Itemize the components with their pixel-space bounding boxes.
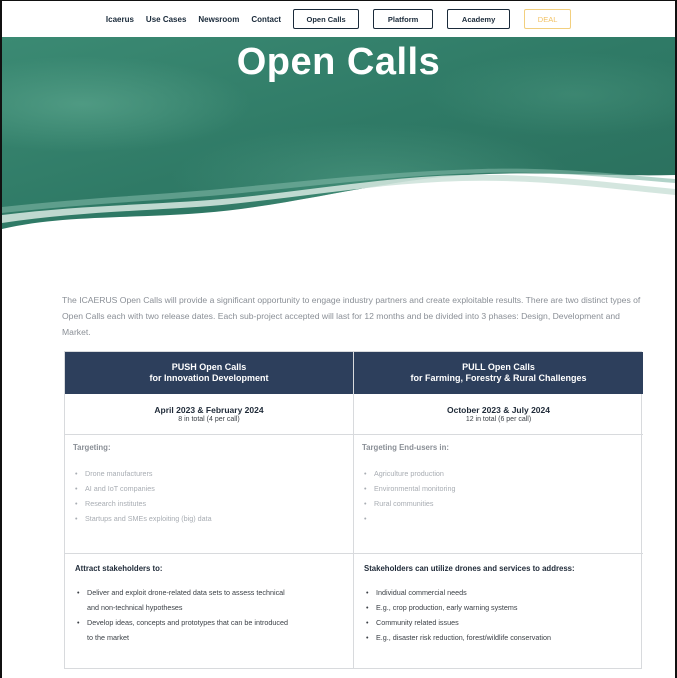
page-title: Open Calls bbox=[236, 41, 441, 83]
push-stakeholders: Attract stakeholders to: Deliver and exp… bbox=[65, 554, 353, 645]
push-heading-line1: PUSH Open Calls bbox=[171, 362, 247, 372]
nav-links: Icaerus Use Cases Newsroom Contact bbox=[106, 15, 281, 24]
nav-link-use-cases[interactable]: Use Cases bbox=[146, 15, 186, 24]
push-dates-sub: 8 in total (4 per call) bbox=[178, 415, 240, 423]
push-heading-line2: for Innovation Development bbox=[149, 373, 269, 383]
pull-stake-title: Stakeholders can utilize drones and serv… bbox=[364, 564, 575, 573]
nav-link-contact[interactable]: Contact bbox=[251, 15, 281, 24]
open-calls-table: PUSH Open Calls for Innovation Developme… bbox=[64, 351, 643, 669]
hero-banner: Open Calls bbox=[2, 37, 675, 237]
push-dates-main: April 2023 & February 2024 bbox=[154, 404, 264, 415]
list-item: Environmental monitoring bbox=[362, 481, 643, 496]
list-item: Individual commercial needs bbox=[364, 585, 643, 600]
pull-dates: October 2023 & July 2024 12 in total (6 … bbox=[354, 394, 643, 435]
list-item: Drone manufacturers bbox=[73, 466, 353, 481]
list-item: Rural communities bbox=[362, 496, 643, 511]
push-stake-title: Attract stakeholders to: bbox=[75, 564, 163, 573]
list-item: AI and IoT companies bbox=[73, 481, 353, 496]
pull-column: PULL Open Calls for Farming, Forestry & … bbox=[354, 352, 643, 668]
list-item: E.g., disaster risk reduction, forest/wi… bbox=[364, 630, 643, 645]
pull-heading-line1: PULL Open Calls bbox=[462, 362, 535, 372]
pull-targeting-list: Agriculture production Environmental mon… bbox=[362, 466, 643, 526]
pull-stakeholders: Stakeholders can utilize drones and serv… bbox=[354, 554, 643, 645]
push-targeting-title: Targeting: bbox=[73, 443, 111, 452]
pull-dates-main: October 2023 & July 2024 bbox=[446, 404, 550, 415]
list-item: E.g., crop production, early warning sys… bbox=[364, 600, 643, 615]
push-targeting: Targeting: Drone manufacturers AI and Io… bbox=[65, 435, 353, 554]
page-frame: Icaerus Use Cases Newsroom Contact Open … bbox=[0, 0, 677, 678]
top-navigation: Icaerus Use Cases Newsroom Contact Open … bbox=[2, 1, 675, 37]
open-calls-button[interactable]: Open Calls bbox=[293, 9, 360, 29]
academy-button[interactable]: Academy bbox=[447, 9, 511, 29]
list-item: Deliver and exploit drone-related data s… bbox=[75, 585, 290, 615]
list-item: Community related issues bbox=[364, 615, 643, 630]
list-item: Research institutes bbox=[73, 496, 353, 511]
pull-heading-line2: for Farming, Forestry & Rural Challenges bbox=[410, 373, 587, 383]
list-item: Startups and SMEs exploiting (big) data bbox=[73, 511, 353, 526]
platform-button[interactable]: Platform bbox=[373, 9, 434, 29]
pull-targeting-title: Targeting End-users in: bbox=[362, 443, 449, 452]
push-targeting-list: Drone manufacturers AI and IoT companies… bbox=[73, 466, 353, 526]
nav-link-icaerus[interactable]: Icaerus bbox=[106, 15, 134, 24]
intro-paragraph: The ICAERUS Open Calls will provide a si… bbox=[62, 295, 641, 337]
pull-dates-sub: 12 in total (6 per call) bbox=[465, 415, 532, 423]
push-stake-list: Deliver and exploit drone-related data s… bbox=[75, 585, 353, 645]
pull-targeting: Targeting End-users in: Agriculture prod… bbox=[354, 435, 643, 554]
push-header: PUSH Open Calls for Innovation Developme… bbox=[65, 352, 353, 394]
pull-header: PULL Open Calls for Farming, Forestry & … bbox=[354, 352, 643, 394]
deal-button[interactable]: DEAL bbox=[524, 9, 572, 29]
push-column: PUSH Open Calls for Innovation Developme… bbox=[65, 352, 354, 668]
nav-link-newsroom[interactable]: Newsroom bbox=[198, 15, 239, 24]
pull-stake-list: Individual commercial needs E.g., crop p… bbox=[364, 585, 643, 645]
list-item: Develop ideas, concepts and prototypes t… bbox=[75, 615, 290, 645]
push-dates: April 2023 & February 2024 8 in total (4… bbox=[65, 394, 353, 435]
list-item: Agriculture production bbox=[362, 466, 643, 481]
